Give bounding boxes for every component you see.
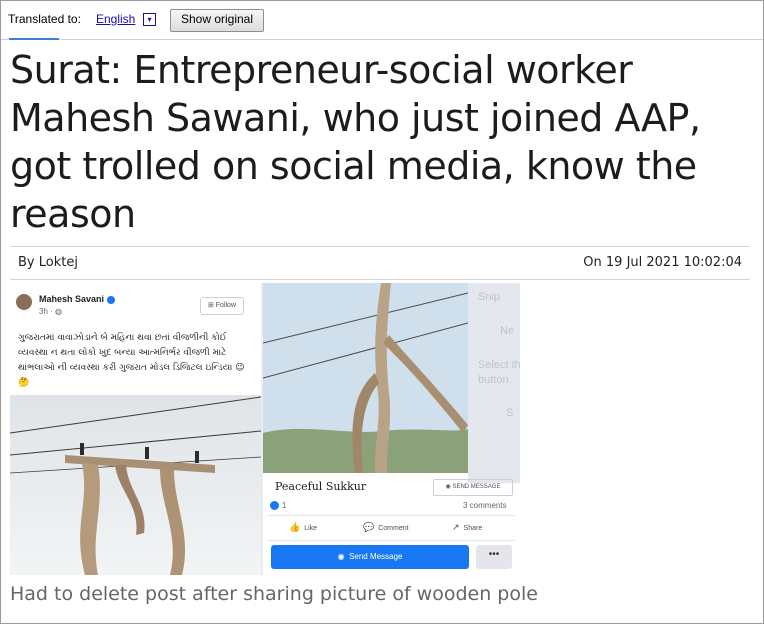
- post-author: Mahesh Savani: [39, 294, 116, 304]
- messenger-icon: ◉: [445, 484, 451, 490]
- send-message-small-label: SEND MESSAGE: [452, 484, 501, 490]
- send-message-small-button: ◉ SEND MESSAGE: [433, 479, 513, 496]
- facebook-post-screenshot: Mahesh Savani 3h · ◍ ⊞ Follow ગુજરાતમાં …: [10, 283, 261, 575]
- comment-icon: 💬: [363, 522, 375, 532]
- wooden-pole-photo: [10, 395, 261, 575]
- tree-pole-photo: [263, 283, 468, 473]
- nav-accent-bar: [9, 38, 59, 40]
- send-message-label: Send Message: [349, 552, 403, 561]
- faded-side-panel: Snip Ne Select th button. S: [468, 283, 520, 483]
- send-message-button: ◉ Send Message: [271, 545, 469, 569]
- like-action-label: Like: [304, 525, 318, 532]
- share-icon: ↗: [452, 522, 460, 532]
- publish-date: On 19 Jul 2021 10:02:04: [583, 255, 742, 270]
- post-text: ગુજરાતમાં વાવાઝોડાને બે મહિના થવા છતાં વ…: [18, 333, 245, 388]
- article-meta: By Loktej On 19 Jul 2021 10:02:04: [10, 246, 750, 280]
- image-caption: Had to delete post after sharing picture…: [10, 583, 538, 605]
- globe-icon: ◍: [55, 307, 62, 316]
- ghost-text-1: Snip: [478, 291, 501, 303]
- verified-icon: [107, 295, 116, 304]
- comment-count: 3 comments: [463, 501, 507, 510]
- comment-action-label: Comment: [378, 525, 409, 532]
- ghost-text-4: button.: [478, 374, 512, 386]
- translated-to-label: Translated to:: [8, 12, 81, 26]
- show-original-button[interactable]: Show original: [170, 9, 264, 32]
- post-actions: 👍 Like 💬 Comment ↗ Share: [267, 515, 515, 541]
- facebook-page-screenshot: Snip Ne Select th button. S Peaceful Suk…: [263, 283, 520, 575]
- language-dropdown-icon[interactable]: ▾: [143, 13, 156, 26]
- like-badge-icon: [270, 501, 279, 511]
- comment-action: 💬 Comment: [363, 522, 409, 533]
- share-action: ↗ Share: [452, 522, 482, 533]
- like-action: 👍 Like: [289, 522, 317, 533]
- post-time-text: 3h ·: [39, 307, 56, 316]
- like-count-text: 1: [282, 501, 287, 510]
- like-count: 1: [270, 501, 287, 511]
- thumbs-up-icon: 👍: [289, 522, 301, 532]
- ghost-text-2: Ne: [500, 325, 515, 337]
- follow-button: ⊞ Follow: [200, 297, 244, 315]
- messenger-icon: ◉: [337, 552, 345, 561]
- post-time: 3h · ◍: [39, 307, 62, 316]
- post-author-name: Mahesh Savani: [39, 294, 105, 304]
- share-action-label: Share: [463, 525, 483, 532]
- article-title: Surat: Entrepreneur-social worker Mahesh…: [10, 48, 701, 236]
- more-options-button: •••: [476, 545, 512, 569]
- ghost-text-3: Select th: [478, 359, 520, 371]
- language-link[interactable]: English: [96, 12, 135, 26]
- ghost-text-5: S: [506, 407, 514, 419]
- translate-bar: Translated to: English ▾ Show original: [1, 1, 763, 40]
- follow-label: Follow: [215, 302, 237, 309]
- avatar: [16, 294, 32, 310]
- page-name: Peaceful Sukkur: [275, 480, 367, 493]
- article-image: Mahesh Savani 3h · ◍ ⊞ Follow ગુજરાતમાં …: [10, 283, 520, 575]
- byline[interactable]: By Loktej: [18, 255, 78, 270]
